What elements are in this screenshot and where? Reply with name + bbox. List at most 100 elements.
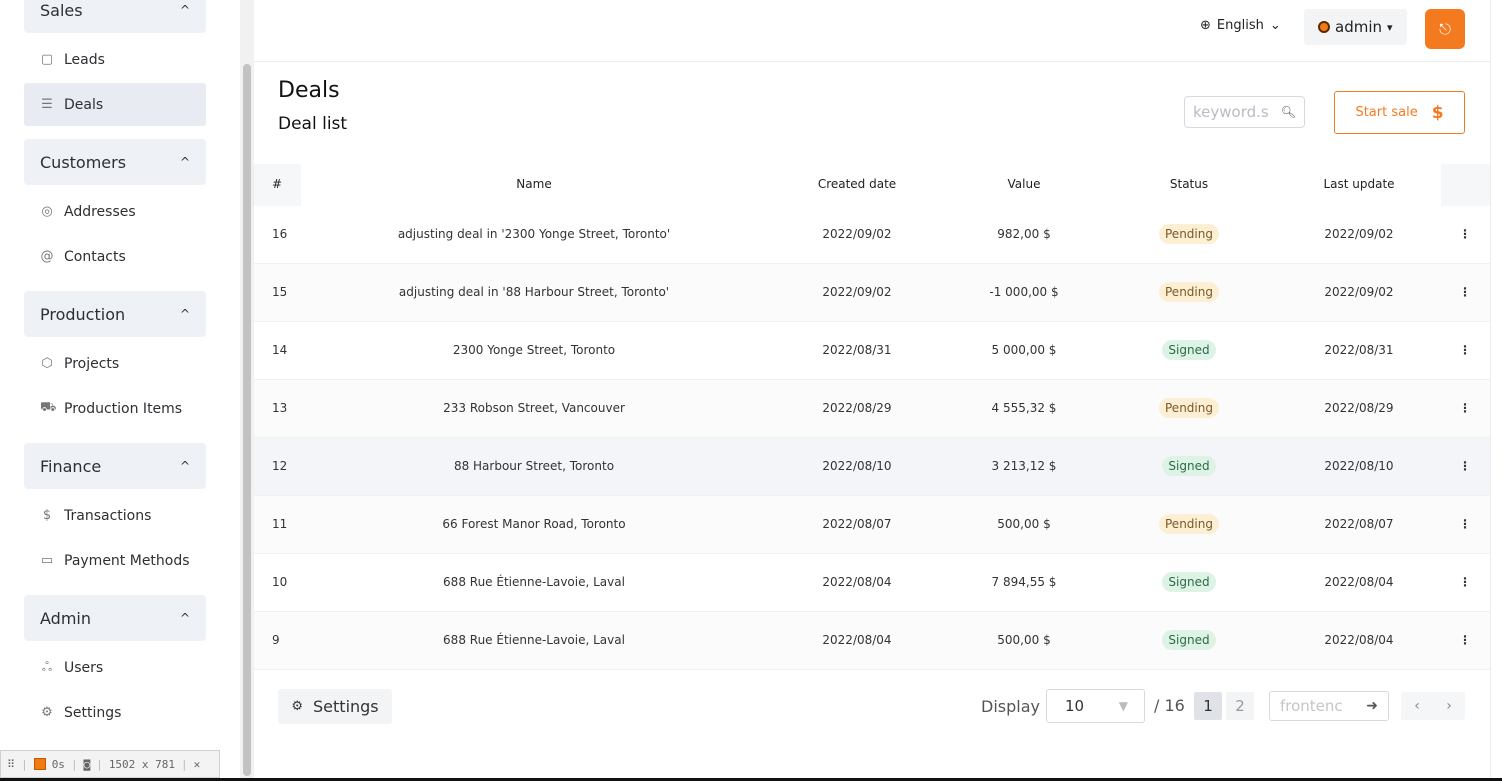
column-header-id[interactable]: # (272, 177, 282, 191)
chevron-up-icon: ^ (179, 3, 190, 17)
page-button-1[interactable]: 1 (1194, 692, 1222, 720)
language-selector[interactable]: ⊕ English ⌄ (1200, 18, 1281, 33)
user-menu-button[interactable]: admin ▾ (1304, 9, 1407, 45)
sidebar-section-production[interactable]: Production ^ (24, 291, 206, 337)
start-sale-button[interactable]: Start sale $ (1334, 91, 1465, 134)
table-row[interactable]: 9 688 Rue Étienne-Lavoie, Laval 2022/08/04… (254, 612, 1490, 670)
column-header-status[interactable]: Status (1139, 177, 1239, 191)
sidebar-item-payment-methods[interactable]: ▭ Payment Methods (24, 539, 206, 582)
row-menu-icon[interactable]: ⋮ (1459, 401, 1471, 415)
page-jump-placeholder: frontenc (1280, 697, 1343, 715)
table-row[interactable]: 14 2300 Yonge Street, Toronto 2022/08/31 5 … (254, 322, 1490, 380)
location-icon: ◎ (41, 204, 53, 219)
sidebar-item-projects[interactable]: ⬡ Projects (24, 342, 206, 385)
arrow-circle-right-icon[interactable]: ➜ (1366, 698, 1378, 714)
chevron-down-icon: ▾ (1387, 20, 1393, 34)
search-icon[interactable]: 🔍︎ (1281, 105, 1296, 119)
camera-icon[interactable]: ◙ (84, 758, 91, 771)
row-created-date: 2022/08/04 (822, 575, 892, 589)
logout-button[interactable]: ⎋ (1425, 9, 1465, 49)
sidebar-item-addresses[interactable]: ◎ Addresses (24, 190, 206, 233)
row-id: 9 (272, 633, 280, 647)
table-row[interactable]: 12 88 Harbour Street, Toronto 2022/08/10 3 … (254, 438, 1490, 496)
row-menu-icon[interactable]: ⋮ (1459, 575, 1471, 589)
table-row[interactable]: 11 66 Forest Manor Road, Toronto 2022/08/0… (254, 496, 1490, 554)
row-name: 688 Rue Étienne-Lavoie, Laval (443, 633, 625, 647)
dollar-icon: $ (1431, 102, 1444, 123)
row-value: 982,00 $ (997, 227, 1051, 241)
sidebar-scrollbar-thumb[interactable] (243, 64, 251, 776)
sidebar-section-sales[interactable]: Sales ^ (24, 0, 206, 33)
table-row[interactable]: 13 233 Robson Street, Vancouver 2022/08/29… (254, 380, 1490, 438)
row-name: 233 Robson Street, Vancouver (443, 401, 625, 415)
sidebar-item-production-items[interactable]: ⛟ Production Items (24, 387, 206, 430)
row-created-date: 2022/08/29 (822, 401, 892, 415)
row-menu-icon[interactable]: ⋮ (1459, 227, 1471, 241)
row-menu-icon[interactable]: ⋮ (1459, 633, 1471, 647)
sidebar-item-contacts[interactable]: @ Contacts (24, 235, 206, 278)
chevron-left-icon[interactable]: ‹ (1414, 698, 1420, 714)
drag-handle-icon[interactable]: ⠿ (7, 758, 15, 771)
row-status: Signed (1139, 456, 1239, 479)
gear-icon: ⚙ (291, 699, 304, 714)
chevron-right-icon[interactable]: › (1446, 698, 1452, 714)
row-last-update: 2022/09/02 (1324, 227, 1394, 241)
chevron-up-icon: ^ (179, 155, 190, 169)
table-row[interactable]: 16 adjusting deal in '2300 Yonge Street, … (254, 206, 1490, 264)
page-jump-input[interactable]: frontenc ➜ (1269, 691, 1389, 721)
row-id: 11 (272, 517, 288, 531)
row-value: 5 000,00 $ (991, 343, 1057, 357)
row-name: 88 Harbour Street, Toronto (453, 459, 615, 473)
table-row[interactable]: 10 688 Rue Étienne-Lavoie, Laval 2022/08/0… (254, 554, 1490, 612)
status-badge: Signed (1162, 456, 1216, 476)
row-id: 14 (272, 343, 288, 357)
sidebar-section-admin[interactable]: Admin ^ (24, 595, 206, 641)
sidebar-item-label: Addresses (64, 203, 136, 220)
row-status: Signed (1139, 630, 1239, 653)
column-header-value[interactable]: Value (974, 177, 1074, 191)
sidebar-section-label: Admin (40, 608, 91, 628)
page-size-select[interactable]: 10 ▼ (1046, 689, 1145, 723)
sidebar-item-label: Production Items (64, 400, 183, 417)
chevron-down-icon: ⌄ (1269, 18, 1281, 33)
dollar-icon: $ (42, 508, 52, 523)
page-scrollbar[interactable] (1490, 0, 1502, 778)
table-settings-button[interactable]: ⚙ Settings (278, 689, 392, 724)
sidebar-item-users[interactable]: ஃ Users (24, 646, 206, 689)
row-name: adjusting deal in '2300 Yonge Street, To… (397, 227, 671, 241)
list-icon: ☰ (41, 97, 53, 112)
search-placeholder: keyword.s (1193, 103, 1269, 121)
column-header-updated[interactable]: Last update (1309, 177, 1409, 191)
user-name: admin (1335, 18, 1382, 36)
row-menu-icon[interactable]: ⋮ (1459, 459, 1471, 473)
sidebar-item-transactions[interactable]: $ Transactions (24, 494, 206, 537)
sidebar-item-deals[interactable]: ☰ Deals (24, 83, 206, 126)
row-created-date: 2022/08/04 (822, 633, 892, 647)
sidebar-item-leads[interactable]: ▢ Leads (24, 38, 206, 81)
column-header-name[interactable]: Name (364, 177, 704, 191)
sidebar-item-settings[interactable]: ⚙ Settings (24, 691, 206, 734)
row-id: 12 (272, 459, 288, 473)
row-status: Signed (1139, 572, 1239, 595)
sidebar-section-finance[interactable]: Finance ^ (24, 443, 206, 489)
sidebar-section-label: Sales (40, 0, 83, 20)
row-menu-icon[interactable]: ⋮ (1459, 343, 1471, 357)
record-icon[interactable] (33, 758, 46, 770)
search-input[interactable]: keyword.s 🔍︎ (1184, 96, 1305, 128)
sidebar-section-customers[interactable]: Customers ^ (24, 139, 206, 185)
page-button-2[interactable]: 2 (1226, 692, 1254, 720)
column-header-created[interactable]: Created date (807, 177, 907, 191)
row-menu-icon[interactable]: ⋮ (1459, 517, 1471, 531)
row-id: 10 (272, 575, 288, 589)
row-last-update: 2022/08/07 (1324, 517, 1394, 531)
row-menu-icon[interactable]: ⋮ (1459, 285, 1471, 299)
status-badge: Signed (1162, 340, 1216, 360)
sidebar-item-label: Users (64, 659, 104, 676)
display-label: Display (981, 697, 1040, 716)
status-badge: Signed (1162, 630, 1216, 650)
close-icon[interactable]: ✕ (194, 758, 201, 771)
book-icon: ▢ (40, 52, 54, 67)
row-name: adjusting deal in '88 Harbour Street, To… (398, 285, 670, 299)
table-row[interactable]: 15 adjusting deal in '88 Harbour Street, … (254, 264, 1490, 322)
row-name: 688 Rue Étienne-Lavoie, Laval (443, 575, 625, 589)
